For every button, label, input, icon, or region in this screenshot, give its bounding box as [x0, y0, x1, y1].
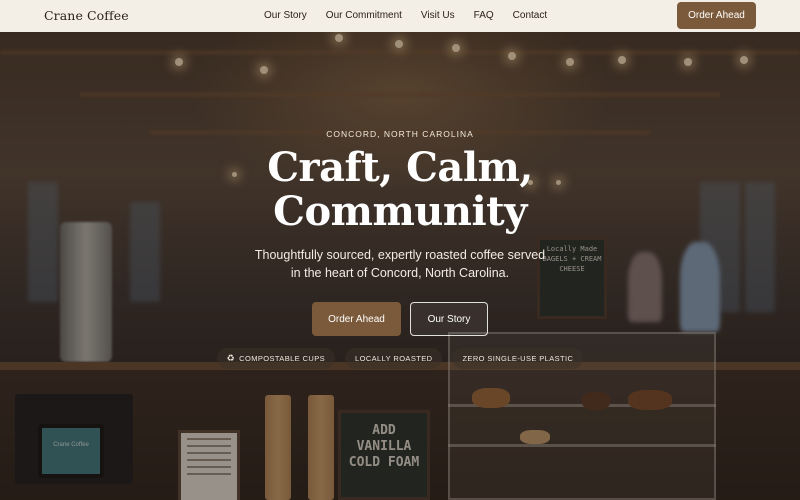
hero-section: Locally Made BAGELS + CREAM CHEESE ADD V… — [0, 32, 800, 500]
badge-label: COMPOSTABLE CUPS — [239, 354, 326, 363]
nav-link-our-commitment[interactable]: Our Commitment — [326, 10, 402, 21]
badge-label: LOCALLY ROASTED — [355, 354, 433, 363]
nav-link-contact[interactable]: Contact — [513, 10, 547, 21]
nav-link-faq[interactable]: FAQ — [474, 10, 494, 21]
brand-logo[interactable]: Crane Coffee — [44, 8, 129, 23]
hero-headline-line-1: Craft, Calm, — [267, 144, 533, 191]
top-nav: Crane Coffee Our Story Our Commitment Vi… — [0, 0, 800, 32]
hero-headline-line-2: Community — [273, 188, 527, 235]
badge-zero-plastic: ZERO SINGLE-USE PLASTIC — [452, 348, 584, 369]
badge-label: ZERO SINGLE-USE PLASTIC — [462, 354, 574, 363]
nav-links: Our Story Our Commitment Visit Us FAQ Co… — [264, 10, 566, 21]
hero-order-ahead-button[interactable]: Order Ahead — [312, 302, 401, 336]
nav-order-ahead-button[interactable]: Order Ahead — [677, 2, 756, 29]
nav-link-visit-us[interactable]: Visit Us — [421, 10, 455, 21]
nav-link-our-story[interactable]: Our Story — [264, 10, 307, 21]
badge-compostable-cups: ♻ COMPOSTABLE CUPS — [216, 348, 336, 369]
hero-location-eyebrow: CONCORD, NORTH CAROLINA — [326, 129, 474, 139]
hero-subtext: Thoughtfully sourced, expertly roasted c… — [254, 248, 546, 280]
hero-our-story-button[interactable]: Our Story — [410, 302, 488, 336]
hero-badges: ♻ COMPOSTABLE CUPS LOCALLY ROASTED ZERO … — [0, 348, 800, 369]
badge-locally-roasted: LOCALLY ROASTED — [345, 348, 443, 369]
recycle-icon: ♻ — [226, 353, 236, 363]
hero-headline: Craft, Calm, Community — [0, 146, 800, 234]
